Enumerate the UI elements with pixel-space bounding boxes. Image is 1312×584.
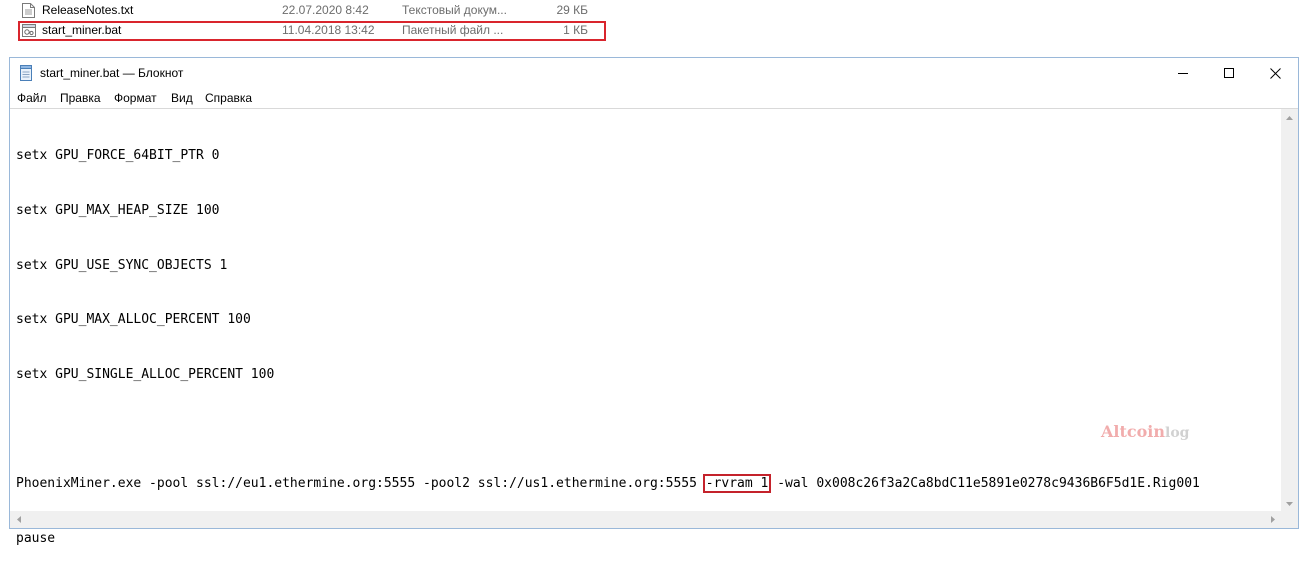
file-type: Пакетный файл ...: [402, 23, 504, 37]
file-size: 29 КБ: [556, 3, 588, 17]
watermark-part-1: Altcoin: [1101, 422, 1166, 441]
scroll-down-button[interactable]: [1281, 495, 1298, 512]
scroll-right-button[interactable]: [1264, 511, 1281, 528]
batch-file-icon: [22, 23, 36, 38]
editor-line: setx GPU_USE_SYNC_OBJECTS 1: [16, 257, 228, 273]
file-row-releasenotes[interactable]: ReleaseNotes.txt 22.07.2020 8:42 Текстов…: [18, 1, 606, 21]
command-text-after: -wal 0x008c26f3a2Ca8bdC11e5891e0278c9436…: [769, 475, 1200, 491]
minimize-button[interactable]: [1160, 58, 1206, 88]
close-icon: [1269, 67, 1281, 79]
maximize-button[interactable]: [1206, 58, 1252, 88]
file-size: 1 КБ: [563, 23, 588, 37]
file-row-start-miner[interactable]: start_miner.bat 11.04.2018 13:42 Пакетны…: [18, 21, 606, 41]
watermark-part-2: log: [1165, 425, 1190, 441]
notepad-icon: [19, 65, 33, 81]
explorer-file-list: ReleaseNotes.txt 22.07.2020 8:42 Текстов…: [0, 0, 1312, 52]
file-date: 11.04.2018 13:42: [282, 23, 375, 37]
maximize-icon: [1224, 68, 1234, 78]
scroll-up-button[interactable]: [1281, 109, 1298, 126]
scroll-left-button[interactable]: [10, 511, 27, 528]
close-button[interactable]: [1252, 58, 1298, 88]
menu-edit[interactable]: Правка: [60, 91, 101, 105]
menu-format[interactable]: Формат: [114, 91, 157, 105]
command-text-before: PhoenixMiner.exe -pool ssl://eu1.ethermi…: [16, 475, 705, 491]
minimize-icon: [1178, 73, 1188, 74]
chevron-down-icon: [1286, 501, 1293, 506]
notepad-window: start_miner.bat — Блокнот Файл Правка Фо…: [9, 57, 1299, 546]
menu-view[interactable]: Вид: [171, 91, 193, 105]
editor-line: setx GPU_FORCE_64BIT_PTR 0: [16, 148, 220, 164]
file-name: start_miner.bat: [42, 23, 122, 37]
file-date: 22.07.2020 8:42: [282, 3, 369, 17]
editor-line: setx GPU_MAX_HEAP_SIZE 100: [16, 203, 220, 218]
horizontal-scrollbar[interactable]: [10, 511, 1281, 528]
file-name: ReleaseNotes.txt: [42, 3, 134, 17]
editor-line: setx GPU_MAX_ALLOC_PERCENT 100: [16, 312, 251, 328]
menu-bar: Файл Правка Формат Вид Справка: [10, 88, 1298, 108]
chevron-left-icon: [16, 516, 21, 523]
title-bar[interactable]: start_miner.bat — Блокнот: [10, 58, 1298, 88]
text-file-icon: [22, 3, 35, 18]
chevron-up-icon: [1286, 115, 1293, 120]
text-editor[interactable]: setx GPU_FORCE_64BIT_PTR 0 setx GPU_MAX_…: [10, 108, 1281, 546]
menu-file[interactable]: Файл: [17, 91, 47, 105]
highlighted-rvram-option: -rvram 1: [702, 473, 772, 493]
editor-line: pause: [16, 530, 56, 546]
window-title: start_miner.bat — Блокнот: [40, 66, 184, 80]
chevron-right-icon: [1270, 516, 1275, 523]
scrollbar-corner: [1281, 511, 1298, 528]
watermark-logo: Altcoinlog: [1101, 422, 1189, 441]
editor-line: setx GPU_SINGLE_ALLOC_PERCENT 100: [16, 366, 275, 382]
vertical-scrollbar[interactable]: [1281, 108, 1298, 512]
menu-help[interactable]: Справка: [205, 91, 252, 105]
editor-line-command: PhoenixMiner.exe -pool ssl://eu1.ethermi…: [16, 473, 1200, 493]
file-type: Текстовый докум...: [402, 3, 507, 17]
